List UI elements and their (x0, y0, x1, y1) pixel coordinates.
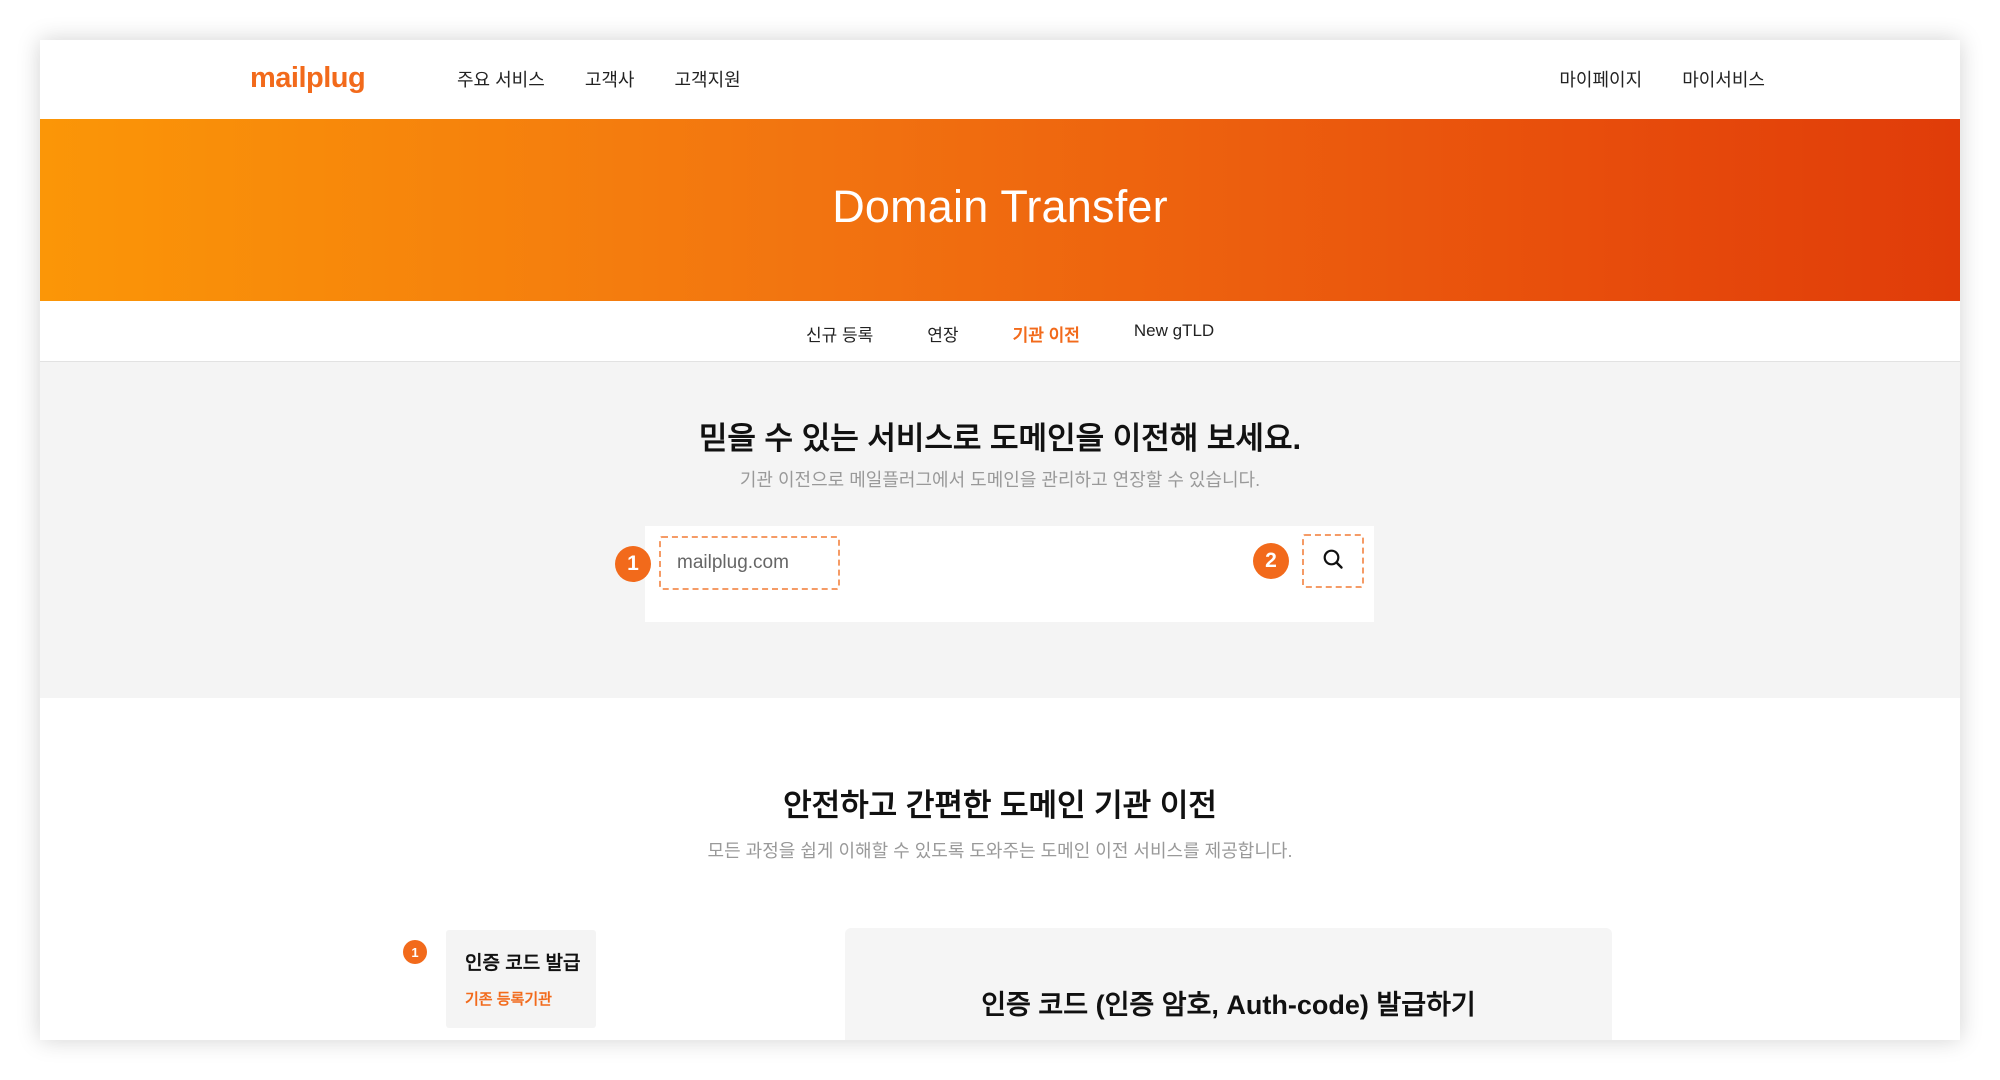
main-nav: 주요 서비스 고객사 고객지원 (457, 66, 741, 92)
search-title: 믿을 수 있는 서비스로 도메인을 이전해 보세요. (698, 421, 1302, 456)
search-input-wrapper (659, 536, 840, 590)
tab-new-registration[interactable]: 신규 등록 (806, 321, 873, 346)
info-title: 안전하고 간편한 도메인 기관 이전 (783, 788, 1217, 823)
top-header: mailplug 주요 서비스 고객사 고객지원 마이페이지 마이서비스 (40, 40, 1960, 119)
domain-subtabs: 신규 등록 연장 기관 이전 New gTLD (40, 301, 1960, 362)
step-detail-panel: 인증 코드 (인증 암호, Auth-code) 발급하기 (845, 928, 1612, 1040)
step-number-badge: 1 (403, 940, 427, 964)
tab-new-gtld[interactable]: New gTLD (1134, 321, 1214, 346)
guide-badge-button: 2 (1253, 543, 1289, 579)
nav-item-services[interactable]: 주요 서비스 (457, 66, 545, 92)
hero-title: Domain Transfer (832, 181, 1168, 232)
search-button[interactable] (1302, 534, 1364, 588)
step-card-title: 인증 코드 발급 (465, 953, 581, 974)
nav-item-clients[interactable]: 고객사 (585, 66, 635, 92)
page-frame: mailplug 주요 서비스 고객사 고객지원 마이페이지 마이서비스 Dom… (40, 40, 1960, 1040)
search-subtitle: 기관 이전으로 메일플러그에서 도메인을 관리하고 연장할 수 있습니다. (739, 470, 1261, 490)
search-icon (1322, 548, 1344, 575)
user-nav: 마이페이지 마이서비스 (1559, 66, 1765, 92)
mailplug-logo[interactable]: mailplug (250, 62, 366, 95)
info-subtitle: 모든 과정을 쉽게 이해할 수 있도록 도와주는 도메인 이전 서비스를 제공합… (707, 841, 1293, 861)
search-section: 믿을 수 있는 서비스로 도메인을 이전해 보세요. 기관 이전으로 메일플러그… (40, 362, 1960, 698)
hero-banner: Domain Transfer (40, 119, 1960, 301)
domain-search-input[interactable] (661, 538, 838, 588)
step-card-subtitle: 기존 등록기관 (465, 991, 552, 1008)
nav-item-myservice[interactable]: 마이서비스 (1682, 66, 1765, 92)
guide-badge-input: 1 (615, 546, 651, 582)
tab-renewal[interactable]: 연장 (927, 321, 958, 346)
nav-item-support[interactable]: 고객지원 (675, 66, 741, 92)
nav-item-mypage[interactable]: 마이페이지 (1559, 66, 1642, 92)
step-detail-title: 인증 코드 (인증 암호, Auth-code) 발급하기 (981, 990, 1476, 1020)
step-card-auth-code[interactable]: 인증 코드 발급 기존 등록기관 (446, 930, 596, 1028)
tab-transfer[interactable]: 기관 이전 (1013, 321, 1080, 346)
